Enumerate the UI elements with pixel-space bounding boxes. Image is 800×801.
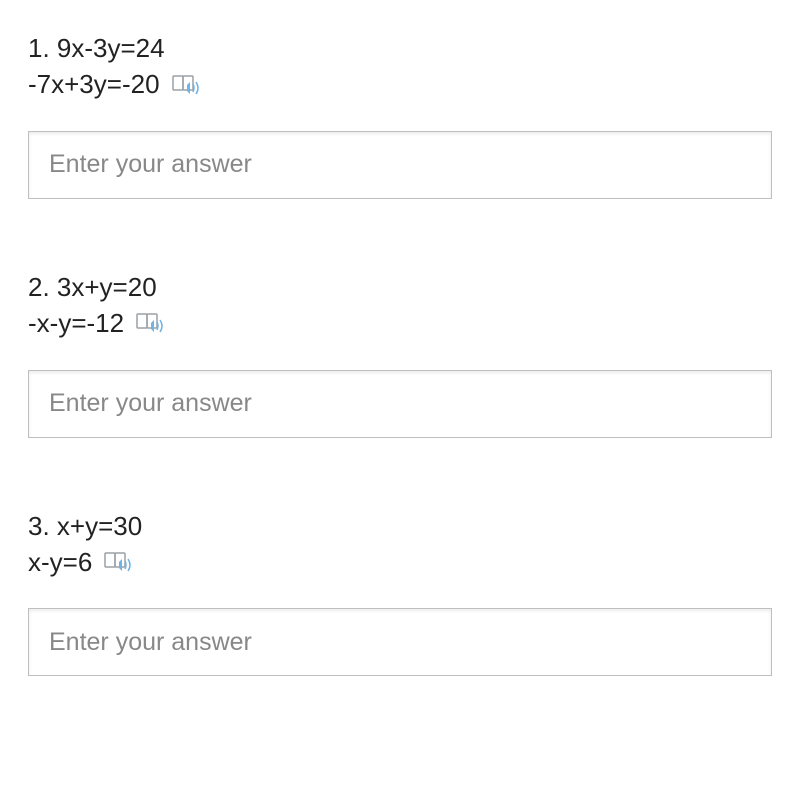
answer-input-2[interactable]: [28, 370, 772, 438]
answer-input-1[interactable]: [28, 131, 772, 199]
question-line-2-row: -7x+3y=-20: [28, 66, 772, 102]
question-line-2-row: -x-y=-12: [28, 305, 772, 341]
question-text: 3. x+y=30 x-y=6: [28, 508, 772, 581]
question-text: 2. 3x+y=20 -x-y=-12: [28, 269, 772, 342]
question-line-2: x-y=6: [28, 544, 92, 580]
question-line-1: 2. 3x+y=20: [28, 269, 772, 305]
answer-input-3[interactable]: [28, 608, 772, 676]
read-aloud-icon[interactable]: [104, 549, 134, 575]
read-aloud-icon[interactable]: [136, 310, 166, 336]
question-line-2-row: x-y=6: [28, 544, 772, 580]
question-text: 1. 9x-3y=24 -7x+3y=-20: [28, 30, 772, 103]
question-block-1: 1. 9x-3y=24 -7x+3y=-20: [28, 30, 772, 199]
read-aloud-icon[interactable]: [172, 72, 202, 98]
question-block-3: 3. x+y=30 x-y=6: [28, 508, 772, 677]
question-line-2: -7x+3y=-20: [28, 66, 160, 102]
question-line-1: 1. 9x-3y=24: [28, 30, 772, 66]
question-block-2: 2. 3x+y=20 -x-y=-12: [28, 269, 772, 438]
question-line-2: -x-y=-12: [28, 305, 124, 341]
question-line-1: 3. x+y=30: [28, 508, 772, 544]
